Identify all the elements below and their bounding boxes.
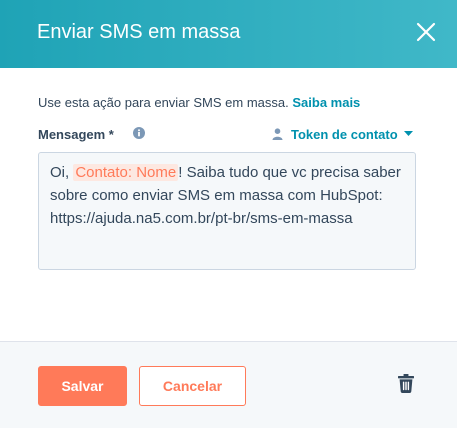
message-label: Mensagem * (38, 127, 114, 142)
token-dropdown-label: Token de contato (291, 126, 398, 142)
chevron-down-icon (403, 131, 413, 137)
modal-title: Enviar SMS em massa (37, 21, 241, 43)
trash-icon[interactable] (398, 374, 414, 393)
user-icon (272, 128, 283, 140)
cancel-button[interactable]: Cancelar (139, 366, 246, 406)
send-sms-modal: Enviar SMS em massa Use esta ação para e… (0, 0, 457, 428)
contact-token-dropdown[interactable]: Token de contato (272, 125, 413, 143)
description: Use esta ação para enviar SMS em massa. … (38, 95, 360, 110)
message-textarea[interactable]: Oi, Contato: Nome! Saiba tudo que vc pre… (38, 152, 416, 270)
modal-footer: Salvar Cancelar (0, 342, 457, 428)
save-button[interactable]: Salvar (38, 366, 127, 406)
message-text-prefix: Oi, (50, 164, 74, 181)
modal-header: Enviar SMS em massa (0, 0, 457, 68)
info-icon[interactable] (133, 126, 145, 139)
modal-body: Use esta ação para enviar SMS em massa. … (0, 68, 457, 342)
description-text: Use esta ação para enviar SMS em massa. (38, 95, 289, 110)
contact-name-token[interactable]: Contato: Nome (73, 164, 179, 181)
learn-more-link[interactable]: Saiba mais (292, 95, 360, 110)
close-icon[interactable] (414, 20, 438, 44)
